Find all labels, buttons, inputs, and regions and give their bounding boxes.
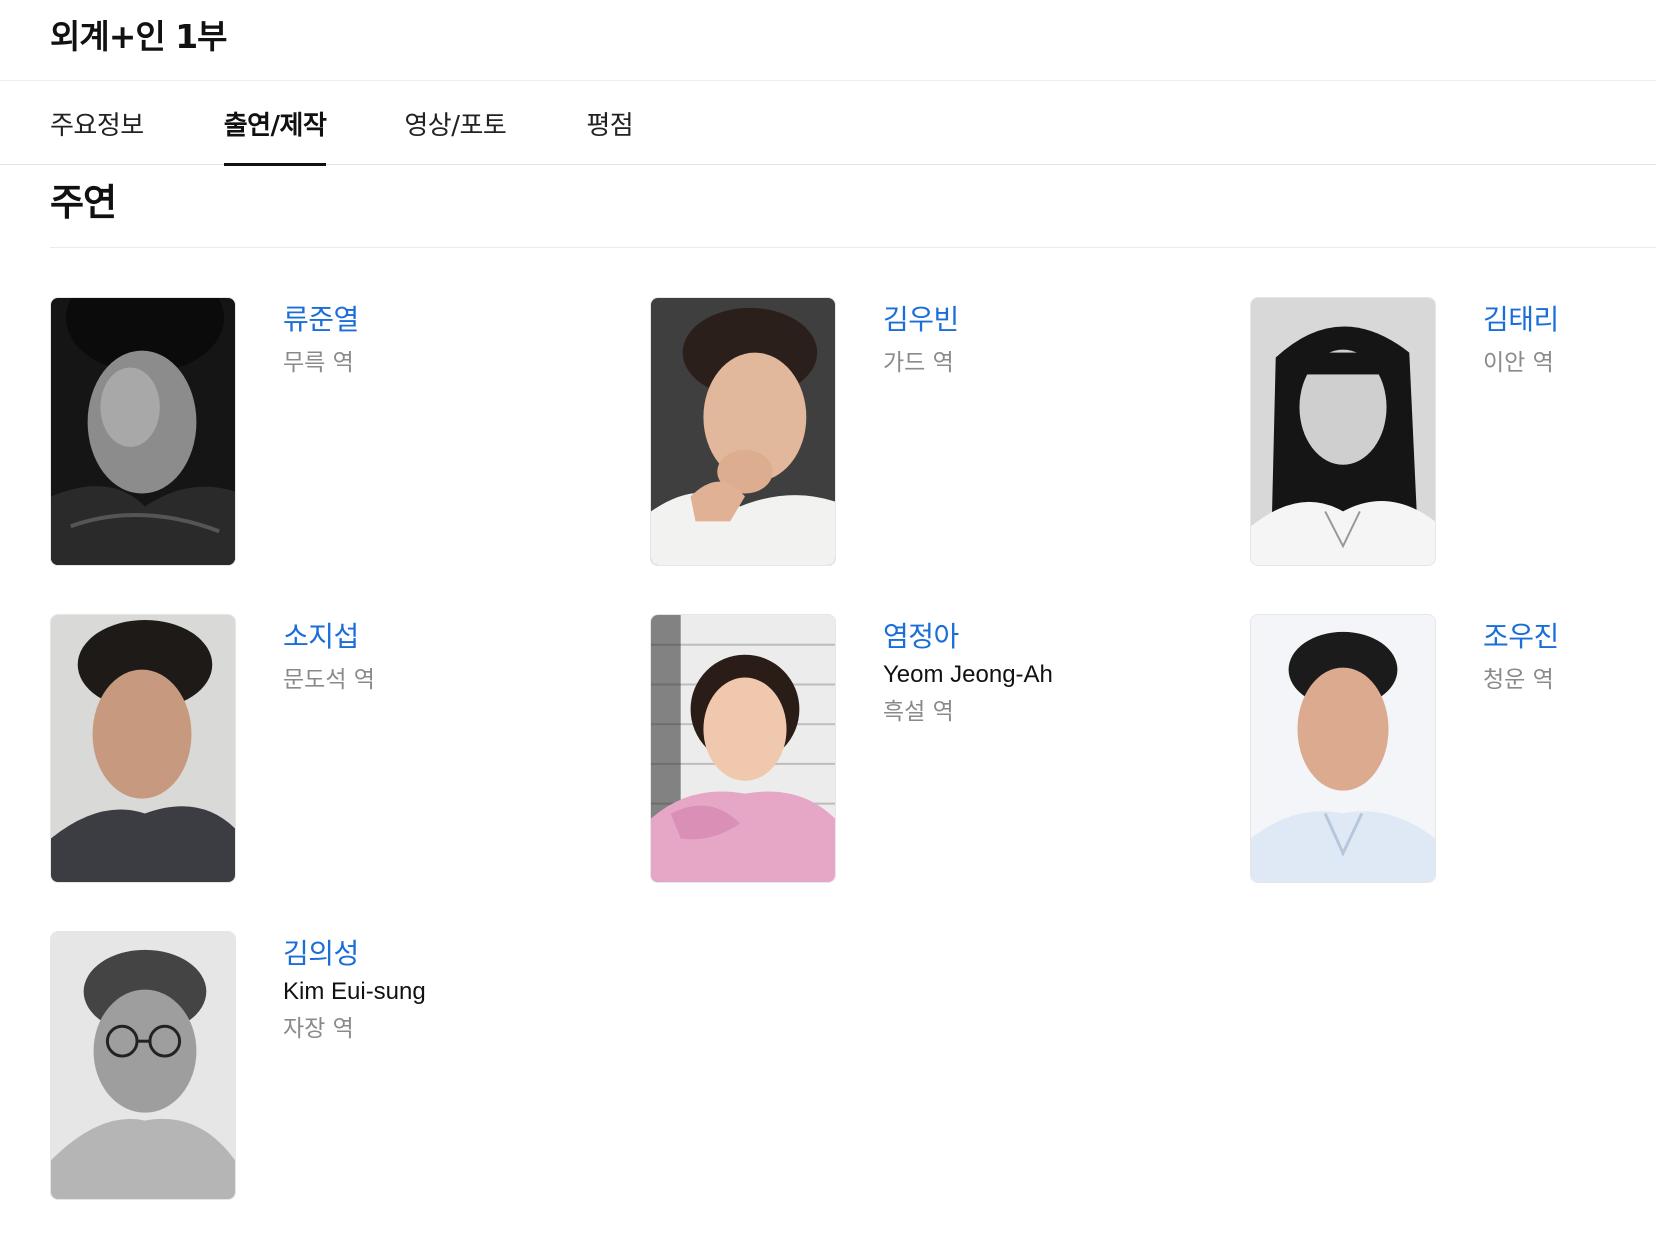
page: 외계+인 1부 주요정보 출연/제작 영상/포토 평점 주연 류준열 무륵 역 … [0,0,1656,1240]
actor-english-name: Yeom Jeong-Ah [883,661,1053,688]
actor-role: 문도석 역 [283,667,375,693]
cast-info: 김우빈 가드 역 [883,303,959,377]
actor-role: 흑설 역 [883,699,954,725]
cast-info: 염정아 Yeom Jeong-Ah 흑설 역 [883,620,1053,726]
tab-bar: 주요정보 출연/제작 영상/포토 평점 [0,81,1656,166]
actor-name-link[interactable]: 김태리 [1483,303,1559,337]
cast-info: 류준열 무륵 역 [283,303,359,377]
actor-photo[interactable] [650,614,836,883]
actor-name-link[interactable]: 김의성 [283,937,426,971]
actor-photo[interactable] [650,297,836,566]
actor-name-link[interactable]: 김우빈 [883,303,959,337]
actor-photo[interactable] [50,614,236,883]
actor-role: 이안 역 [1483,350,1554,376]
cast-info: 조우진 청운 역 [1483,620,1559,694]
actor-portrait-image [651,615,835,882]
actor-photo[interactable] [1250,614,1436,883]
cast-card: 조우진 청운 역 [1250,614,1656,884]
actor-photo[interactable] [50,931,236,1200]
tab-cast-crew[interactable]: 출연/제작 [223,81,327,166]
tab-main-info[interactable]: 주요정보 [50,81,144,165]
actor-portrait-image [51,932,235,1199]
actor-portrait-image [51,615,235,882]
cast-info: 소지섭 문도석 역 [283,620,375,694]
actor-role: 자장 역 [283,1016,354,1042]
actor-role: 청운 역 [1483,667,1554,693]
section-title: 주연 [50,181,117,224]
cast-card: 류준열 무륵 역 [50,297,610,567]
cast-info: 김태리 이안 역 [1483,303,1559,377]
actor-name-link[interactable]: 소지섭 [283,620,375,654]
actor-role: 가드 역 [883,350,954,376]
tab-video-photo[interactable]: 영상/포토 [404,81,506,165]
actor-portrait-image [651,298,835,565]
tab-ratings[interactable]: 평점 [586,81,633,165]
cast-card: 김의성 Kim Eui-sung 자장 역 [50,931,610,1201]
section-divider [50,247,1656,248]
page-title: 외계+인 1부 [50,17,228,56]
cast-card: 김우빈 가드 역 [650,297,1210,567]
cast-card: 소지섭 문도석 역 [50,614,610,884]
actor-english-name: Kim Eui-sung [283,978,426,1005]
actor-name-link[interactable]: 류준열 [283,303,359,337]
actor-portrait-image [51,298,235,565]
cast-card: 김태리 이안 역 [1250,297,1656,567]
actor-role: 무륵 역 [283,350,354,376]
actor-photo[interactable] [50,297,236,566]
title-bar: 외계+인 1부 [0,0,1656,81]
actor-photo[interactable] [1250,297,1436,566]
actor-portrait-image [1251,298,1435,565]
actor-name-link[interactable]: 염정아 [883,620,1053,654]
actor-portrait-image [1251,615,1435,882]
actor-name-link[interactable]: 조우진 [1483,620,1559,654]
cast-card: 염정아 Yeom Jeong-Ah 흑설 역 [650,614,1210,884]
cast-info: 김의성 Kim Eui-sung 자장 역 [283,937,426,1043]
